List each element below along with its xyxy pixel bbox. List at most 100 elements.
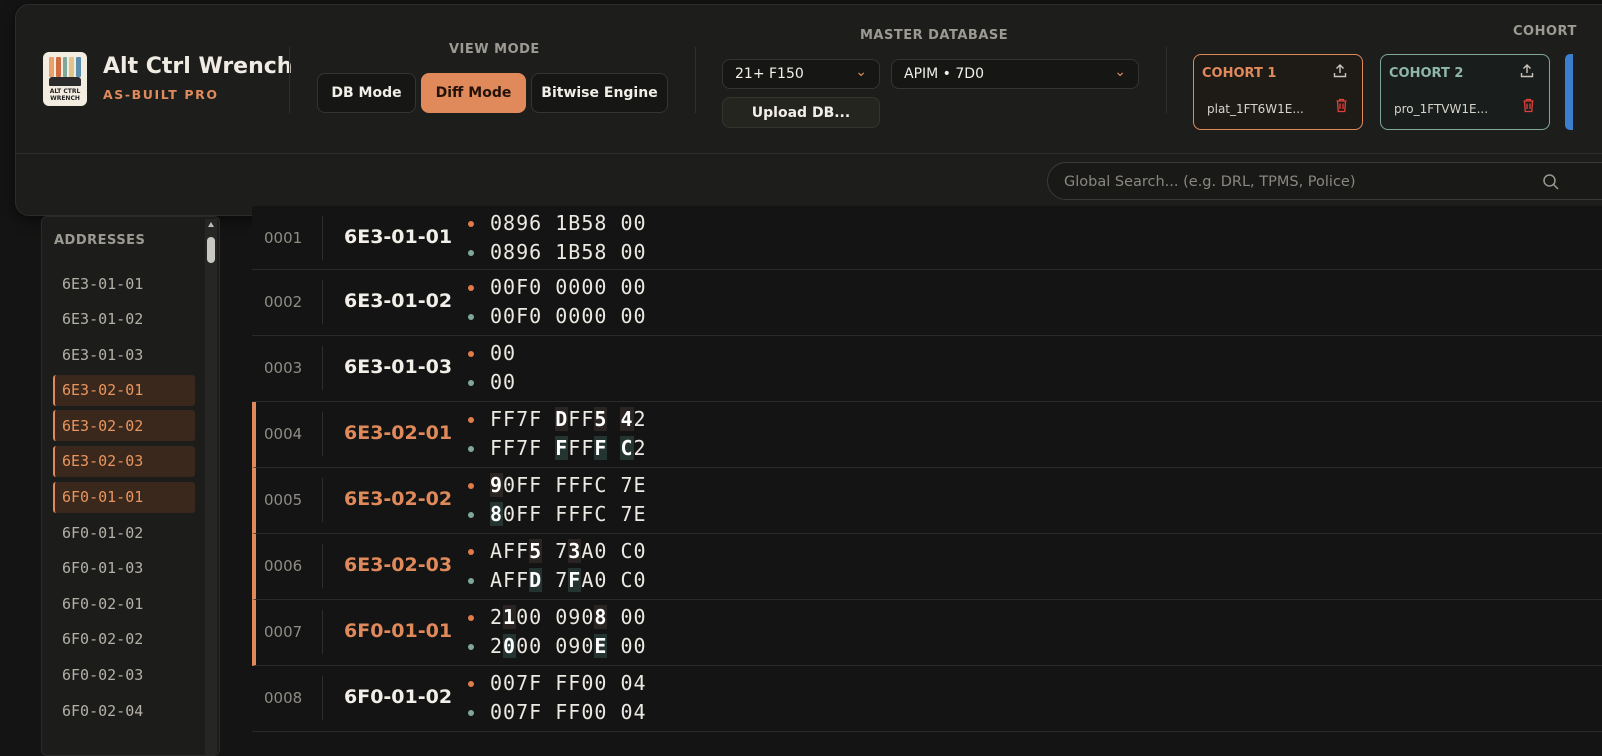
cohort-1-dot bbox=[468, 483, 474, 489]
sidebar-item-6f0-01-01[interactable]: 6F0-01-01 bbox=[53, 481, 195, 513]
hex-char: 9 bbox=[516, 211, 530, 235]
app-logo: ALT CTRL WRENCH bbox=[43, 52, 87, 106]
row-address: 6E3-01-03 bbox=[344, 356, 453, 378]
hex-char: 1 bbox=[555, 211, 569, 235]
upload-icon[interactable] bbox=[1519, 63, 1535, 79]
app-subtitle: AS-BUILT PRO bbox=[103, 87, 219, 102]
hex-char: 0 bbox=[555, 275, 569, 299]
address-list: 6E3-01-01 6E3-01-02 6E3-01-03 6E3-02-01 6E3-… bbox=[53, 268, 195, 731]
sidebar-item-6e3-01-03[interactable]: 6E3-01-03 bbox=[53, 339, 195, 370]
hex-char: 0 bbox=[581, 304, 595, 328]
hex-char: C bbox=[594, 473, 608, 497]
cohort-1-value: 007F FF00 04 bbox=[490, 671, 647, 695]
hex-char bbox=[607, 436, 620, 460]
row-number: 0007 bbox=[264, 623, 303, 641]
hex-char: D bbox=[529, 568, 543, 592]
hex-char: 0 bbox=[568, 275, 582, 299]
table-row[interactable]: 0004 6E3-02-01 FF7F DFF5 42 FF7F FFFF C2 bbox=[252, 402, 1602, 468]
module-select[interactable]: APIM • 7D0 ⌄ bbox=[891, 59, 1139, 89]
hex-char: E bbox=[633, 473, 647, 497]
hex-char: 0 bbox=[594, 700, 608, 724]
hex-char: 0 bbox=[581, 605, 595, 629]
hex-char bbox=[542, 539, 555, 563]
hex-char: 0 bbox=[594, 304, 608, 328]
hex-char: 0 bbox=[503, 502, 517, 526]
sidebar-item-6e3-02-03[interactable]: 6E3-02-03 bbox=[53, 445, 195, 477]
vehicle-select[interactable]: 21+ F150 ⌄ bbox=[722, 59, 880, 89]
master-database-label: MASTER DATABASE bbox=[860, 28, 1009, 43]
sidebar-item-6f0-02-01[interactable]: 6F0-02-01 bbox=[53, 588, 195, 619]
db-mode-button[interactable]: DB Mode bbox=[317, 73, 416, 113]
app-header: ALT CTRL WRENCH Alt Ctrl Wrench AS-BUILT… bbox=[15, 4, 1602, 216]
table-row[interactable]: 0005 6E3-02-02 90FF FFFC 7E 80FF FFFC 7E bbox=[252, 468, 1602, 534]
sidebar-item-6e3-02-02[interactable]: 6E3-02-02 bbox=[53, 410, 195, 442]
hex-char bbox=[542, 502, 555, 526]
trash-icon[interactable] bbox=[1522, 98, 1535, 113]
cohort-1-dot bbox=[468, 417, 474, 423]
bitwise-engine-button[interactable]: Bitwise Engine bbox=[531, 73, 668, 113]
table-row[interactable]: 0001 6E3-01-01 0896 1B58 00 0896 1B58 00 bbox=[252, 206, 1602, 270]
cohorts-label: COHORT bbox=[1513, 24, 1577, 39]
cohort-2-dot bbox=[468, 644, 474, 650]
scroll-up-icon[interactable] bbox=[208, 222, 214, 227]
hex-char: 0 bbox=[503, 370, 517, 394]
sidebar-item-6f0-02-02[interactable]: 6F0-02-02 bbox=[53, 624, 195, 655]
cohort-1-title: COHORT 1 bbox=[1202, 66, 1277, 81]
cohort-1-dot bbox=[468, 351, 474, 357]
hex-char: 0 bbox=[620, 275, 634, 299]
column-divider bbox=[322, 478, 323, 522]
sidebar-item-6e3-01-01[interactable]: 6E3-01-01 bbox=[53, 268, 195, 299]
cohort-2-value: 00F0 0000 00 bbox=[490, 304, 647, 328]
header-divider bbox=[16, 153, 1602, 154]
row-address: 6F0-01-01 bbox=[344, 620, 453, 642]
hex-char bbox=[607, 211, 620, 235]
column-divider bbox=[322, 216, 323, 260]
hex-char: 0 bbox=[633, 634, 647, 658]
sidebar-item-6f0-02-03[interactable]: 6F0-02-03 bbox=[53, 660, 195, 691]
sidebar-item-6e3-01-02[interactable]: 6E3-01-02 bbox=[53, 304, 195, 335]
row-address: 6F0-01-02 bbox=[344, 686, 453, 708]
hex-char: 9 bbox=[490, 473, 504, 497]
sidebar-item-6f0-01-02[interactable]: 6F0-01-02 bbox=[53, 517, 195, 548]
sidebar-scrollbar[interactable] bbox=[205, 219, 217, 755]
upload-icon[interactable] bbox=[1332, 63, 1348, 79]
diff-mode-button[interactable]: Diff Mode bbox=[421, 73, 526, 113]
cohort-1-card[interactable]: COHORT 1 plat_1FT6W1E... bbox=[1193, 54, 1363, 130]
hex-char: 0 bbox=[620, 700, 634, 724]
search-input[interactable] bbox=[1062, 163, 1526, 201]
hex-char: 8 bbox=[490, 502, 504, 526]
hex-char: F bbox=[503, 407, 517, 431]
row-number: 0006 bbox=[264, 557, 303, 575]
table-row[interactable]: 0003 6E3-01-03 00 00 bbox=[252, 336, 1602, 402]
table-row[interactable]: 0002 6E3-01-02 00F0 0000 00 00F0 0000 00 bbox=[252, 270, 1602, 336]
divider bbox=[1166, 47, 1167, 113]
sidebar-item-6f0-02-04[interactable]: 6F0-02-04 bbox=[53, 695, 195, 726]
scrollbar-thumb[interactable] bbox=[207, 237, 215, 263]
hex-char: 8 bbox=[594, 240, 608, 264]
hex-char: 5 bbox=[529, 539, 543, 563]
hex-char: 2 bbox=[633, 436, 647, 460]
upload-db-button[interactable]: Upload DB... bbox=[722, 97, 880, 128]
hex-char: 0 bbox=[581, 634, 595, 658]
cohort-2-value: 0896 1B58 00 bbox=[490, 240, 647, 264]
hex-char bbox=[542, 700, 555, 724]
sidebar-item-6e3-02-01[interactable]: 6E3-02-01 bbox=[53, 374, 195, 406]
table-row[interactable]: 0008 6F0-01-02 007F FF00 04 007F FF00 04 bbox=[252, 666, 1602, 732]
table-row[interactable]: 0006 6E3-02-03 AFF5 73A0 C0 AFFD 7FA0 C0 bbox=[252, 534, 1602, 600]
hex-char: 8 bbox=[503, 211, 517, 235]
cohort-2-card[interactable]: COHORT 2 pro_1FTVW1E... bbox=[1380, 54, 1550, 130]
trash-icon[interactable] bbox=[1335, 98, 1348, 113]
hex-char: F bbox=[529, 473, 543, 497]
hex-char: F bbox=[529, 407, 543, 431]
table-row[interactable]: 0007 6F0-01-01 2100 0908 00 2000 090E 00 bbox=[252, 600, 1602, 666]
hex-char bbox=[607, 473, 620, 497]
cohort-3-card-edge[interactable] bbox=[1565, 54, 1573, 130]
sidebar-item-6f0-01-03[interactable]: 6F0-01-03 bbox=[53, 553, 195, 584]
diff-table: 0001 6E3-01-01 0896 1B58 00 0896 1B58 00 000… bbox=[252, 206, 1602, 732]
hex-char: 0 bbox=[529, 304, 543, 328]
hex-char: F bbox=[568, 407, 582, 431]
cohort-2-value: 80FF FFFC 7E bbox=[490, 502, 647, 526]
global-search[interactable] bbox=[1047, 162, 1602, 201]
search-icon[interactable] bbox=[1542, 173, 1560, 191]
hex-char: 0 bbox=[555, 605, 569, 629]
